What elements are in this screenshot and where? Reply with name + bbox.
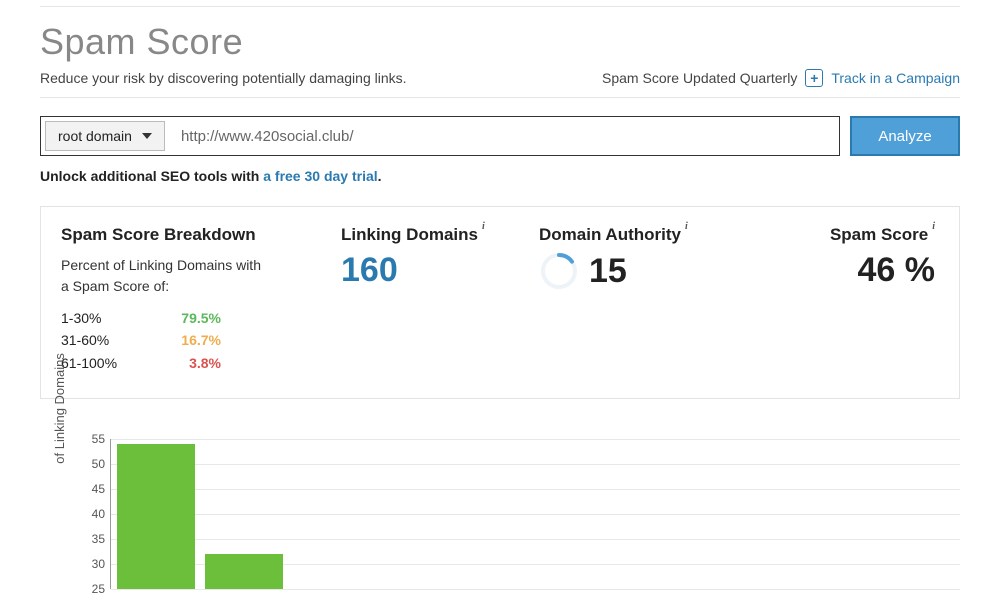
top-divider bbox=[40, 6, 960, 7]
domain-authority-value: 15 bbox=[589, 252, 627, 291]
domain-authority-title: Domain Authority bbox=[539, 225, 681, 245]
url-input[interactable] bbox=[169, 117, 839, 155]
chart-ytick: 35 bbox=[81, 532, 105, 546]
info-icon[interactable]: i bbox=[482, 221, 485, 232]
breakdown-value: 79.5% bbox=[161, 307, 221, 329]
breakdown-value: 16.7% bbox=[161, 329, 221, 351]
linking-domains-metric: Linking Domains i 160 bbox=[341, 225, 539, 374]
chart: of Linking Domains 25303540455055 bbox=[40, 439, 960, 599]
breakdown-desc: Percent of Linking Domains with a Spam S… bbox=[61, 255, 341, 297]
chart-bar bbox=[117, 444, 195, 589]
page-subtitle: Reduce your risk by discovering potentia… bbox=[40, 70, 407, 86]
breakdown-label: 61-100% bbox=[61, 352, 161, 374]
chart-gridline bbox=[111, 589, 960, 590]
breakdown-row: 1-30%79.5% bbox=[61, 307, 341, 329]
unlock-row: Unlock additional SEO tools with a free … bbox=[40, 168, 960, 184]
scope-select-label: root domain bbox=[58, 128, 132, 144]
chevron-down-icon bbox=[142, 133, 152, 139]
domain-authority-metric: Domain Authority i 15 bbox=[539, 225, 737, 374]
breakdown-row: 31-60%16.7% bbox=[61, 329, 341, 351]
chart-ytick: 40 bbox=[81, 507, 105, 521]
linking-domains-title: Linking Domains bbox=[341, 225, 478, 245]
chart-gridline bbox=[111, 489, 960, 490]
breakdown-desc-line2: a Spam Score of: bbox=[61, 278, 169, 294]
analyze-button[interactable]: Analyze bbox=[850, 116, 960, 156]
breakdown-value: 3.8% bbox=[161, 352, 221, 374]
search-row: root domain Analyze bbox=[40, 116, 960, 156]
chart-ylabel: of Linking Domains bbox=[52, 353, 67, 464]
info-icon[interactable]: i bbox=[685, 221, 688, 232]
scope-select[interactable]: root domain bbox=[45, 121, 165, 151]
chart-gridline bbox=[111, 439, 960, 440]
chart-gridline bbox=[111, 514, 960, 515]
chart-ytick: 25 bbox=[81, 582, 105, 596]
breakdown-desc-line1: Percent of Linking Domains with bbox=[61, 257, 261, 273]
metrics-panel: Spam Score Breakdown Percent of Linking … bbox=[40, 206, 960, 399]
breakdown-column: Spam Score Breakdown Percent of Linking … bbox=[61, 225, 341, 374]
page-title: Spam Score bbox=[40, 21, 960, 63]
chart-gridline bbox=[111, 464, 960, 465]
unlock-suffix: . bbox=[378, 168, 382, 184]
breakdown-label: 1-30% bbox=[61, 307, 161, 329]
chart-ytick: 45 bbox=[81, 482, 105, 496]
search-box: root domain bbox=[40, 116, 840, 156]
update-info: Spam Score Updated Quarterly + Track in … bbox=[602, 69, 960, 87]
chart-plot: 25303540455055 bbox=[110, 439, 960, 589]
plus-icon[interactable]: + bbox=[805, 69, 823, 87]
chart-bar bbox=[205, 554, 283, 589]
chart-ytick: 50 bbox=[81, 457, 105, 471]
chart-gridline bbox=[111, 539, 960, 540]
spam-score-value: 46 % bbox=[737, 251, 935, 290]
subtitle-row: Reduce your risk by discovering potentia… bbox=[40, 69, 960, 98]
free-trial-link[interactable]: a free 30 day trial bbox=[263, 168, 377, 184]
spam-score-metric: Spam Score i 46 % bbox=[737, 225, 939, 374]
breakdown-title: Spam Score Breakdown bbox=[61, 225, 341, 245]
track-campaign-link[interactable]: Track in a Campaign bbox=[831, 70, 960, 86]
updated-text: Spam Score Updated Quarterly bbox=[602, 70, 797, 86]
breakdown-row: 61-100%3.8% bbox=[61, 352, 341, 374]
spam-score-title: Spam Score bbox=[830, 225, 928, 245]
breakdown-label: 31-60% bbox=[61, 329, 161, 351]
chart-ytick: 55 bbox=[81, 432, 105, 446]
unlock-prefix: Unlock additional SEO tools with bbox=[40, 168, 263, 184]
gauge-icon bbox=[539, 251, 579, 291]
linking-domains-value[interactable]: 160 bbox=[341, 251, 539, 290]
chart-ytick: 30 bbox=[81, 557, 105, 571]
info-icon[interactable]: i bbox=[932, 221, 935, 232]
